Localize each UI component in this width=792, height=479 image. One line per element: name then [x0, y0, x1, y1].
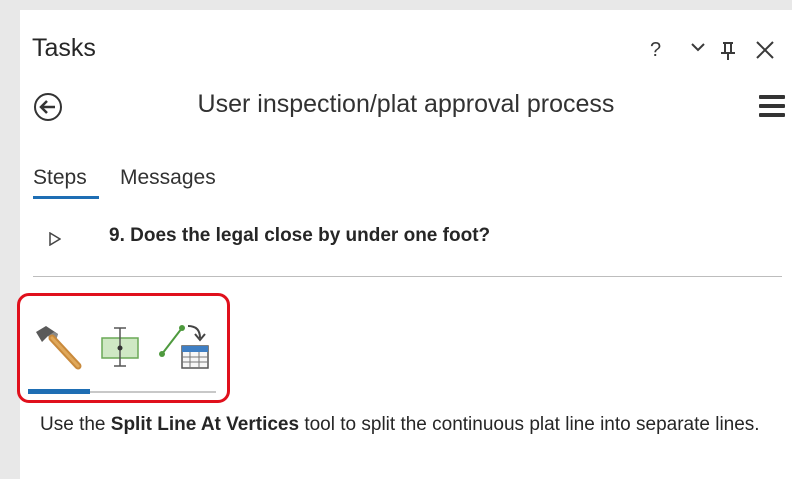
close-icon[interactable] — [754, 38, 776, 68]
hamburger-menu-icon[interactable] — [759, 95, 785, 119]
instructions-suffix: tool to split the continuous plat line i… — [299, 414, 760, 435]
instructions-tool-name: Split Line At Vertices — [110, 414, 300, 435]
tool-progress-indicator — [28, 389, 90, 394]
instructions-prefix: Use the — [40, 414, 111, 435]
help-icon[interactable]: ? — [650, 38, 661, 62]
step-title: 9. Does the legal close by under one foo… — [109, 225, 491, 246]
pin-icon[interactable] — [720, 38, 736, 68]
options-chevron-icon[interactable] — [690, 34, 706, 64]
step-instructions: Use the Split Line At Vertices tool to s… — [40, 410, 790, 440]
active-tab-indicator — [33, 196, 99, 199]
expand-triangle-icon[interactable] — [49, 231, 62, 247]
line-to-table-icon[interactable] — [156, 316, 212, 377]
tab-steps[interactable]: Steps — [33, 166, 87, 190]
split-line-at-vertices-icon[interactable] — [98, 322, 142, 375]
tab-messages[interactable]: Messages — [120, 166, 216, 190]
tasks-pane: Tasks ? User inspection/plat approval pr… — [17, 10, 792, 479]
pane-title: Tasks — [32, 34, 96, 62]
divider — [33, 276, 782, 277]
hammer-icon[interactable] — [32, 322, 82, 375]
task-name: User inspection/plat approval process — [197, 90, 615, 118]
